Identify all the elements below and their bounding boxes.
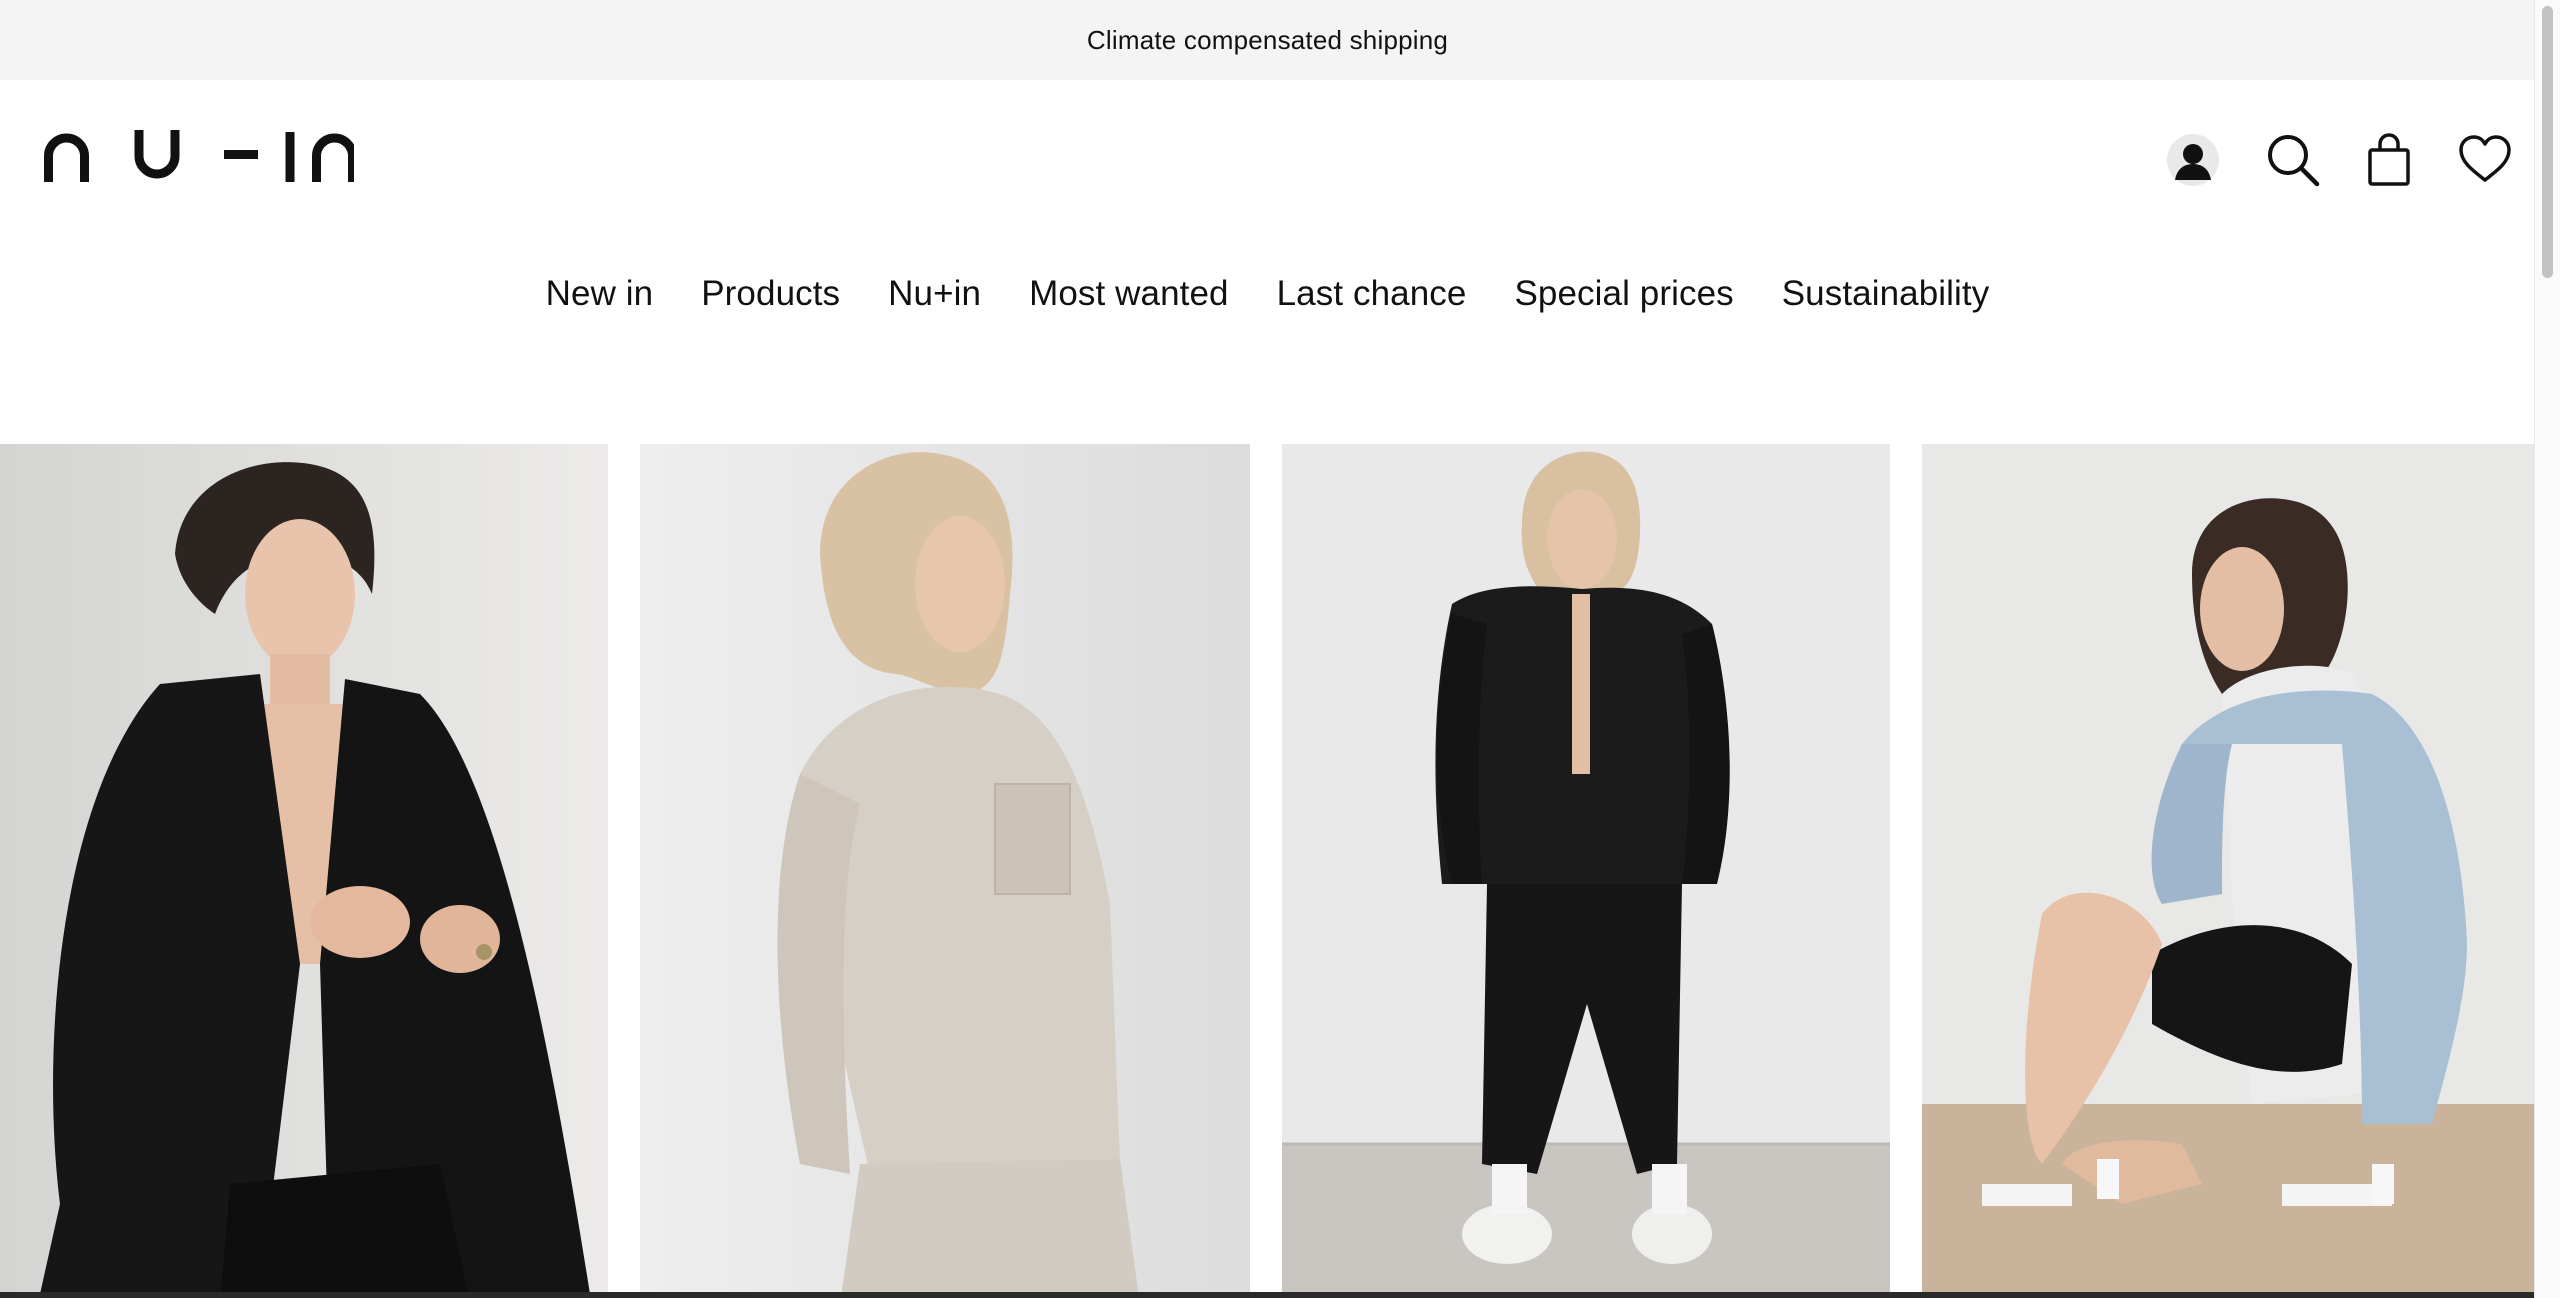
- page: Climate compensated shipping New in Prod…: [0, 0, 2560, 1298]
- site-header: [0, 80, 2535, 220]
- nav-item-sustainability[interactable]: Sustainability: [1782, 274, 1990, 314]
- product-image-beige-overshirt[interactable]: [640, 444, 1250, 1294]
- nav-item-products[interactable]: Products: [701, 274, 840, 314]
- announcement-bar: Climate compensated shipping: [0, 0, 2535, 80]
- main-nav: New in Products Nu+in Most wanted Last c…: [0, 262, 2535, 326]
- nav-item-new-in[interactable]: New in: [546, 274, 654, 314]
- scrollbar-thumb[interactable]: [2542, 6, 2553, 278]
- product-image-black-jacket-joggers[interactable]: [1282, 444, 1890, 1294]
- announcement-text: Climate compensated shipping: [1086, 24, 1449, 55]
- scrollbar[interactable]: [2534, 0, 2560, 1298]
- product-image-black-blazer[interactable]: [0, 444, 608, 1294]
- account-icon[interactable]: [2165, 132, 2221, 188]
- header-icons: [2135, 132, 2535, 188]
- shopping-bag-icon[interactable]: [2361, 132, 2417, 188]
- logo[interactable]: [44, 130, 357, 182]
- product-image-denim-jacket-hoodie[interactable]: [1922, 444, 2535, 1294]
- nav-item-special-prices[interactable]: Special prices: [1514, 274, 1733, 314]
- nav-item-nu-in[interactable]: Nu+in: [888, 274, 981, 314]
- nav-item-last-chance[interactable]: Last chance: [1277, 274, 1467, 314]
- search-icon[interactable]: [2265, 132, 2321, 188]
- heart-icon[interactable]: [2457, 132, 2513, 188]
- bottom-edge: [0, 1292, 2535, 1298]
- product-image-grid: [0, 444, 2535, 1294]
- logo-icon: [44, 130, 357, 182]
- nav-item-most-wanted[interactable]: Most wanted: [1029, 274, 1229, 314]
